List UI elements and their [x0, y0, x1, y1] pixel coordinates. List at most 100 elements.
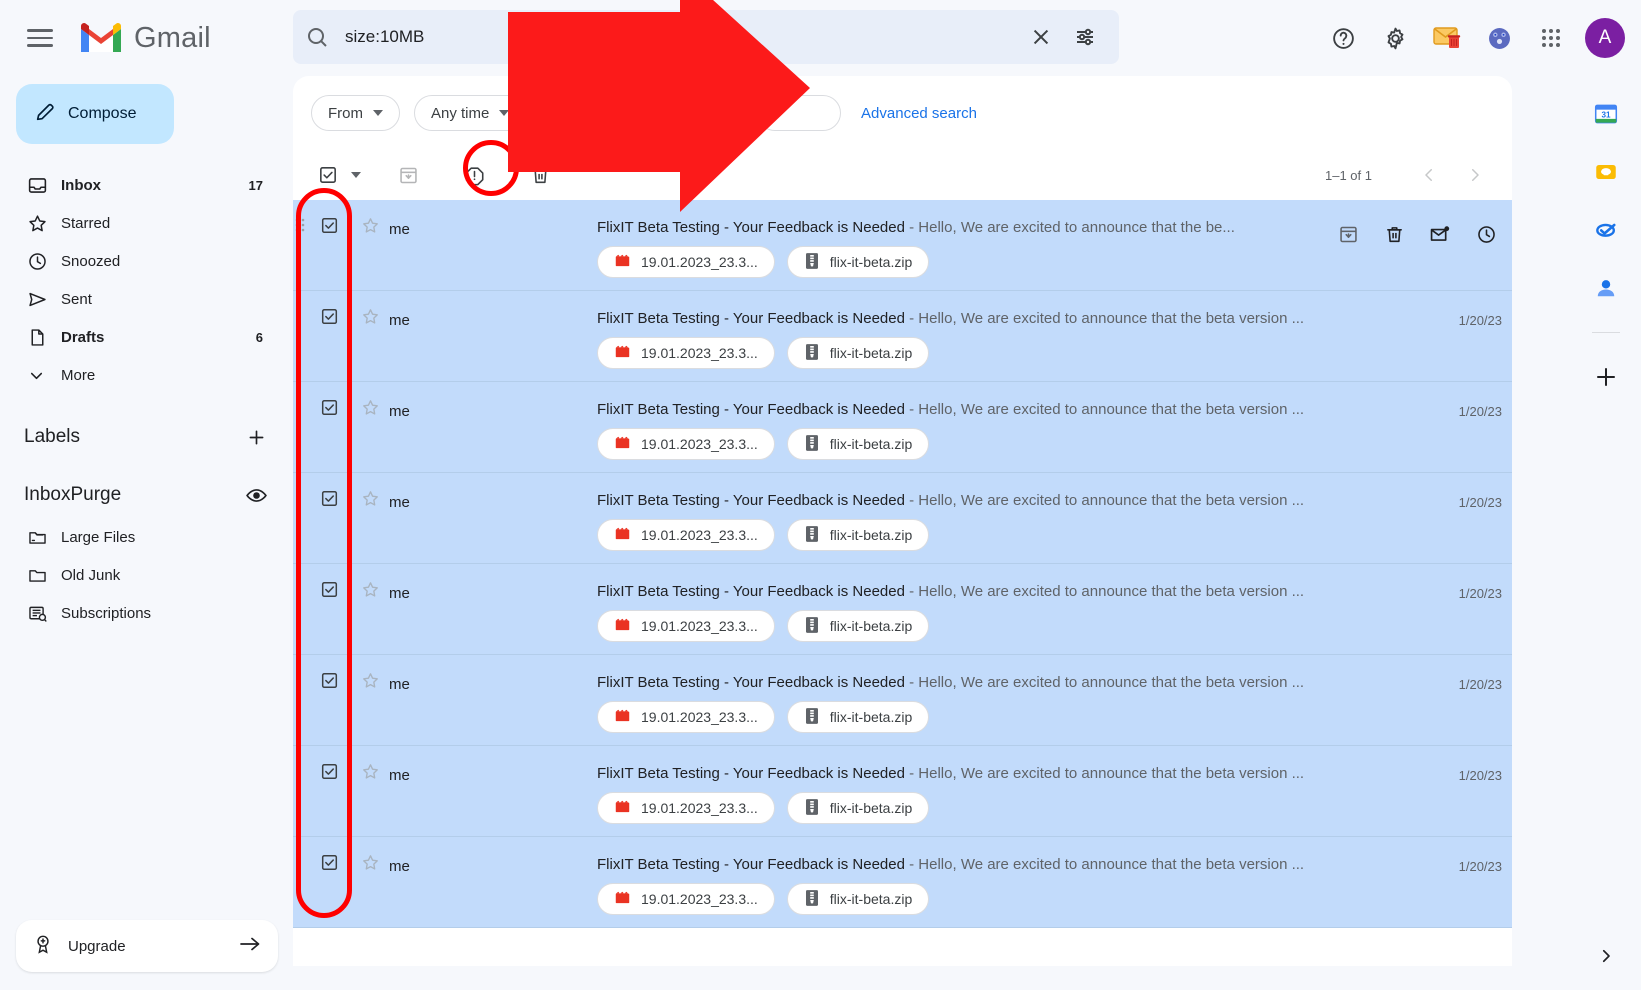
star-icon[interactable]: [361, 489, 380, 513]
row-checkbox-cell[interactable]: [307, 382, 351, 422]
row-star-cell[interactable]: [351, 564, 389, 604]
email-checkbox[interactable]: [320, 307, 339, 331]
avatar[interactable]: A: [1585, 18, 1625, 58]
row-star-cell[interactable]: [351, 291, 389, 331]
search-bar[interactable]: [293, 10, 1119, 64]
email-checkbox[interactable]: [320, 853, 339, 877]
attachment-chip[interactable]: 19.01.2023_23.3...: [597, 337, 775, 369]
sidebar-item-subscriptions[interactable]: Subscriptions: [0, 594, 271, 632]
sidebar-item-large-files[interactable]: Large Files: [0, 518, 271, 556]
attachment-chip[interactable]: 19.01.2023_23.3...: [597, 246, 775, 278]
attachment-chip[interactable]: 19.01.2023_23.3...: [597, 610, 775, 642]
filter-chip-has-attachment[interactable]: Has: [540, 95, 622, 131]
inboxpurge-extension-icon[interactable]: [1423, 14, 1471, 62]
chevron-down-icon[interactable]: [351, 172, 361, 178]
select-all-control[interactable]: [303, 154, 361, 196]
close-icon[interactable]: [1019, 15, 1063, 59]
row-checkbox-cell[interactable]: [307, 291, 351, 331]
email-checkbox[interactable]: [320, 216, 339, 240]
star-icon[interactable]: [361, 853, 380, 877]
filter-chip-any-time[interactable]: Any time: [414, 95, 527, 131]
email-content[interactable]: FlixIT Beta Testing - Your Feedback is N…: [597, 200, 1312, 278]
expand-panel-button[interactable]: [1586, 936, 1626, 976]
google-tasks-icon[interactable]: [1586, 210, 1626, 250]
archive-button[interactable]: [1328, 214, 1368, 254]
star-icon[interactable]: [361, 671, 380, 695]
gmail-brand[interactable]: Gmail: [78, 21, 211, 55]
attachment-chip[interactable]: 19.01.2023_23.3...: [597, 883, 775, 915]
attachment-chip[interactable]: flix-it-beta.zip: [786, 701, 930, 733]
snooze-button[interactable]: [1466, 214, 1506, 254]
attachment-chip[interactable]: flix-it-beta.zip: [786, 428, 930, 460]
email-row[interactable]: me FlixIT Beta Testing - Your Feedback is…: [293, 655, 1512, 746]
sidebar-item-sent[interactable]: Sent: [0, 280, 271, 318]
google-contacts-icon[interactable]: [1586, 268, 1626, 308]
star-icon[interactable]: [361, 216, 380, 240]
archive-button[interactable]: [387, 154, 429, 196]
email-row[interactable]: me FlixIT Beta Testing - Your Feedback is…: [293, 291, 1512, 382]
filter-chip-from[interactable]: From: [311, 95, 400, 131]
row-star-cell[interactable]: [351, 200, 389, 240]
attachment-chip[interactable]: flix-it-beta.zip: [786, 792, 930, 824]
attachment-chip[interactable]: flix-it-beta.zip: [786, 246, 930, 278]
sidebar-item-old-junk[interactable]: Old Junk: [0, 556, 271, 594]
email-checkbox[interactable]: [320, 580, 339, 604]
apps-grid-icon[interactable]: [1527, 14, 1575, 62]
email-content[interactable]: FlixIT Beta Testing - Your Feedback is N…: [597, 564, 1416, 642]
email-content[interactable]: FlixIT Beta Testing - Your Feedback is N…: [597, 382, 1416, 460]
email-checkbox[interactable]: [320, 671, 339, 695]
sidebar-item-drafts[interactable]: Drafts 6: [0, 318, 271, 356]
email-row[interactable]: me FlixIT Beta Testing - Your Feedback is…: [293, 837, 1512, 928]
row-checkbox-cell[interactable]: [307, 746, 351, 786]
checkbox-checked-icon[interactable]: [307, 154, 349, 196]
search-input[interactable]: [341, 27, 1019, 47]
email-checkbox[interactable]: [320, 762, 339, 786]
filter-chip-hidden-2[interactable]: [757, 95, 842, 131]
attachment-chip[interactable]: flix-it-beta.zip: [786, 610, 930, 642]
attachment-chip[interactable]: flix-it-beta.zip: [786, 519, 930, 551]
row-checkbox-cell[interactable]: [307, 837, 351, 877]
google-keep-icon[interactable]: [1586, 152, 1626, 192]
advanced-search-link[interactable]: Advanced search: [861, 105, 977, 122]
attachment-chip[interactable]: 19.01.2023_23.3...: [597, 519, 775, 551]
email-checkbox[interactable]: [320, 489, 339, 513]
email-content[interactable]: FlixIT Beta Testing - Your Feedback is N…: [597, 746, 1416, 824]
row-checkbox-cell[interactable]: [307, 655, 351, 695]
row-checkbox-cell[interactable]: [307, 200, 351, 240]
report-spam-button[interactable]: [453, 154, 495, 196]
extension-icon[interactable]: [1475, 14, 1523, 62]
sidebar-item-snoozed[interactable]: Snoozed: [0, 242, 271, 280]
row-checkbox-cell[interactable]: [307, 564, 351, 604]
row-star-cell[interactable]: [351, 382, 389, 422]
row-star-cell[interactable]: [351, 746, 389, 786]
attachment-chip[interactable]: flix-it-beta.zip: [786, 883, 930, 915]
star-icon[interactable]: [361, 307, 380, 331]
row-star-cell[interactable]: [351, 473, 389, 513]
mark-unread-button[interactable]: [1420, 214, 1460, 254]
search-options-icon[interactable]: [1063, 15, 1107, 59]
next-page-button[interactable]: [1456, 156, 1494, 194]
delete-button[interactable]: [519, 154, 561, 196]
email-row[interactable]: me FlixIT Beta Testing - Your Feedback is…: [293, 473, 1512, 564]
star-icon[interactable]: [361, 580, 380, 604]
drag-handle-icon[interactable]: [295, 218, 305, 237]
sidebar-item-more[interactable]: More: [0, 356, 271, 394]
email-row[interactable]: me FlixIT Beta Testing - Your Feedback is…: [293, 746, 1512, 837]
attachment-chip[interactable]: 19.01.2023_23.3...: [597, 701, 775, 733]
row-star-cell[interactable]: [351, 837, 389, 877]
email-content[interactable]: FlixIT Beta Testing - Your Feedback is N…: [597, 473, 1416, 551]
help-icon[interactable]: [1319, 14, 1367, 62]
sidebar-item-starred[interactable]: Starred: [0, 204, 271, 242]
row-checkbox-cell[interactable]: [307, 473, 351, 513]
compose-button[interactable]: Compose: [16, 84, 174, 144]
sidebar-item-inbox[interactable]: Inbox 17: [0, 166, 271, 204]
plus-icon[interactable]: [243, 424, 269, 450]
filter-chip-hidden-1[interactable]: [635, 95, 744, 131]
attachment-chip[interactable]: 19.01.2023_23.3...: [597, 428, 775, 460]
email-row[interactable]: me FlixIT Beta Testing - Your Feedback is…: [293, 382, 1512, 473]
gear-icon[interactable]: [1371, 14, 1419, 62]
email-checkbox[interactable]: [320, 398, 339, 422]
row-star-cell[interactable]: [351, 655, 389, 695]
email-content[interactable]: FlixIT Beta Testing - Your Feedback is N…: [597, 655, 1416, 733]
star-icon[interactable]: [361, 762, 380, 786]
